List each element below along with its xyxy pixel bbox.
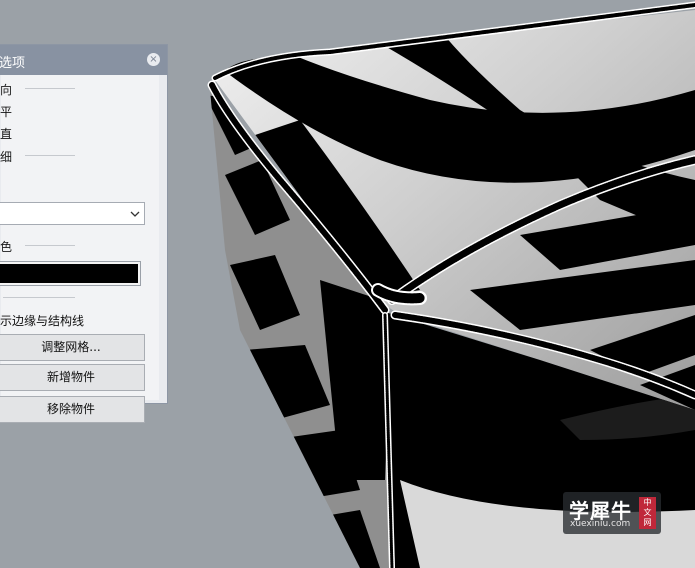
section-divider [3, 297, 75, 298]
color-swatch-fill [0, 264, 138, 283]
color-section-label: 色 [0, 240, 13, 254]
adjust-mesh-button[interactable]: 调整网格... [0, 334, 145, 361]
panel-title: 选项 [0, 56, 26, 71]
show-edges-checkbox[interactable]: 示边缘与结构线 [0, 312, 84, 329]
section-divider [25, 155, 75, 156]
panel-header: 选项 × [0, 45, 167, 75]
thickness-section-label: 细 [0, 150, 13, 164]
thickness-dropdown[interactable] [0, 202, 145, 225]
section-divider [25, 88, 75, 89]
close-icon[interactable]: × [147, 53, 160, 66]
watermark-url: xuexiniu.com [570, 519, 631, 529]
remove-object-button[interactable]: 移除物件 [0, 396, 145, 423]
options-panel: 选项 × 向 平 直 细 色 示边缘与结构线 调整网格... 新增物件 移除物件 [0, 44, 168, 423]
section-divider [25, 245, 75, 246]
radio-vertical[interactable]: 直 [0, 125, 12, 142]
add-object-button[interactable]: 新增物件 [0, 364, 145, 391]
direction-section-label: 向 [0, 83, 13, 97]
panel-body: 向 平 直 细 色 示边缘与结构线 调整网格... 新增物件 移除物件 [0, 75, 159, 423]
watermark-seal: 中文网 [639, 497, 656, 529]
watermark-logo: 学犀牛 xuexiniu.com 中文网 [563, 492, 661, 534]
chevron-down-icon [130, 211, 140, 217]
color-swatch[interactable] [0, 261, 141, 286]
radio-horizontal[interactable]: 平 [0, 103, 12, 120]
